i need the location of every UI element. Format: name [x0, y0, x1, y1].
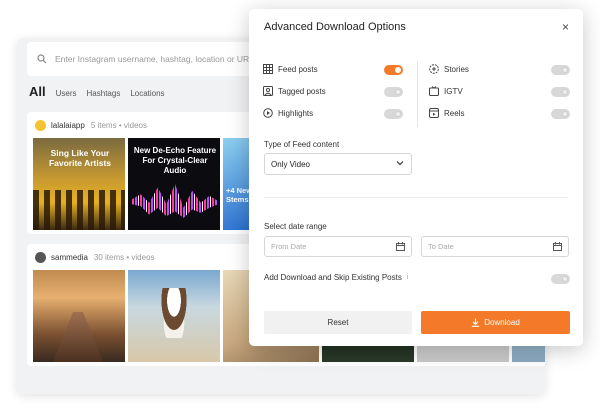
option-igtv: IGTV [429, 86, 463, 96]
reels-icon [429, 108, 439, 118]
tab-users[interactable]: Users [56, 89, 77, 98]
thumbnail-caption: Sing Like Your Favorite Artists [48, 148, 112, 168]
date-range-label: Select date range [264, 222, 327, 231]
search-icon [37, 54, 47, 64]
waveform-image [132, 184, 218, 218]
option-feed-posts: Feed posts [263, 64, 318, 74]
thumbnail[interactable] [128, 270, 220, 362]
feed-type-label: Type of Feed content [264, 140, 340, 149]
option-label: Feed posts [278, 64, 318, 74]
filter-tabs: All Users Hashtags Locations [29, 84, 165, 99]
avatar [35, 251, 46, 263]
to-date-input[interactable]: To Date [421, 236, 569, 257]
option-label: Tagged posts [278, 86, 326, 96]
column-divider [417, 61, 418, 127]
thumbnail-image [53, 312, 103, 362]
thumbnail[interactable]: Sing Like Your Favorite Artists [33, 138, 125, 230]
feed-type-select[interactable]: Only Video [264, 153, 412, 175]
thumbnail[interactable] [33, 270, 125, 362]
stories-icon [429, 64, 439, 74]
option-label: IGTV [444, 86, 463, 96]
tagged-posts-toggle[interactable] [384, 87, 403, 97]
calendar-icon[interactable] [553, 242, 562, 251]
search-input[interactable]: Enter Instagram username, hashtag, locat… [55, 54, 281, 64]
dialog-title: Advanced Download Options [264, 21, 406, 33]
option-label: Reels [444, 108, 465, 118]
download-button-label: Download [484, 318, 520, 327]
card-username[interactable]: lalalaiapp [51, 121, 85, 130]
skip-existing-option: Add Download and Skip Existing Posts i [264, 273, 408, 282]
tab-locations[interactable]: Locations [130, 89, 164, 98]
skip-existing-toggle[interactable] [551, 274, 570, 284]
option-label: Stories [444, 64, 469, 74]
igtv-icon [429, 86, 439, 96]
card-username[interactable]: sammedia [51, 253, 88, 262]
highlights-icon [263, 108, 273, 118]
option-highlights: Highlights [263, 108, 313, 118]
feed-posts-toggle[interactable] [384, 65, 403, 75]
chevron-down-icon [396, 161, 404, 166]
card-meta: 30 items • videos [93, 252, 155, 262]
info-icon[interactable]: i [407, 274, 409, 281]
thumbnail[interactable]: New De-Echo Feature For Crystal-Clear Au… [128, 138, 220, 230]
option-label: Highlights [278, 108, 314, 118]
option-tagged-posts: Tagged posts [263, 86, 326, 96]
reset-button[interactable]: Reset [264, 311, 412, 334]
download-button[interactable]: Download [421, 311, 570, 334]
section-divider [264, 197, 568, 198]
highlights-toggle[interactable] [384, 109, 403, 119]
stories-toggle[interactable] [551, 65, 570, 75]
thumbnail-row: Sing Like Your Favorite Artists New De-E… [33, 138, 253, 230]
reels-toggle[interactable] [551, 109, 570, 119]
to-date-placeholder: To Date [428, 242, 454, 251]
tag-person-icon [263, 86, 273, 96]
thumbnail-caption: New De-Echo Feature For Crystal-Clear Au… [133, 146, 217, 175]
igtv-toggle[interactable] [551, 87, 570, 97]
tab-hashtags[interactable]: Hashtags [87, 89, 121, 98]
tab-all[interactable]: All [29, 84, 46, 99]
option-reels: Reels [429, 108, 464, 118]
from-date-placeholder: From Date [271, 242, 307, 251]
skip-existing-label: Add Download and Skip Existing Posts [264, 273, 402, 282]
thumbnail-image [33, 190, 125, 230]
avatar [35, 119, 46, 131]
card-meta: 5 items • videos [90, 120, 147, 130]
from-date-input[interactable]: From Date [264, 236, 412, 257]
feed-type-value: Only Video [271, 159, 310, 169]
advanced-download-options-dialog: Advanced Download Options × Feed posts T… [249, 9, 583, 346]
close-icon[interactable]: × [562, 20, 569, 34]
grid-icon [263, 64, 273, 74]
thumbnail-image [158, 288, 190, 338]
download-icon [472, 318, 480, 327]
option-stories: Stories [429, 64, 469, 74]
calendar-icon[interactable] [396, 242, 405, 251]
